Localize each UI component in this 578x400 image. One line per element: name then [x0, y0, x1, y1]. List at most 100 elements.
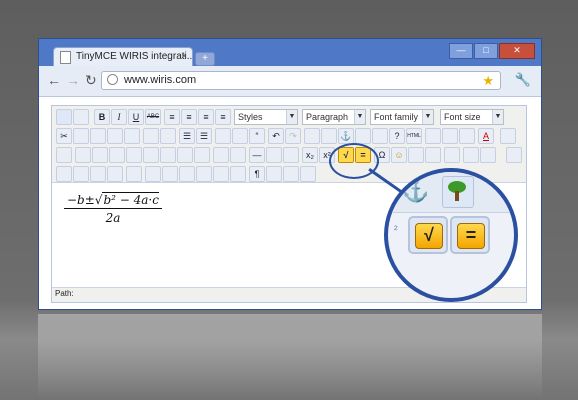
split-cells-icon[interactable]: [213, 147, 229, 163]
remove-format-icon[interactable]: [266, 147, 282, 163]
delete-row-icon[interactable]: [143, 147, 159, 163]
copy-icon[interactable]: [73, 128, 89, 144]
merge-cells-icon[interactable]: [230, 147, 246, 163]
paste-word-icon[interactable]: [124, 128, 140, 144]
acronym-icon[interactable]: [179, 166, 195, 182]
insert-time-icon[interactable]: [442, 128, 458, 144]
col-after-icon[interactable]: [177, 147, 193, 163]
replace-icon[interactable]: [160, 128, 176, 144]
cell-props-icon[interactable]: [92, 147, 108, 163]
attributes-icon[interactable]: [230, 166, 246, 182]
background-color-icon[interactable]: [500, 128, 516, 144]
absolute-icon[interactable]: [107, 166, 123, 182]
paste-text-icon[interactable]: [107, 128, 123, 144]
page-break-icon[interactable]: [300, 166, 316, 182]
redo-icon[interactable]: ↷: [285, 128, 301, 144]
move-forward-icon[interactable]: [73, 166, 89, 182]
visual-chars-icon[interactable]: ¶: [249, 166, 265, 182]
align-right-icon[interactable]: ≡: [198, 109, 214, 125]
text-color-icon[interactable]: A: [478, 128, 494, 144]
toolbar-row-1: B I U ABC ≡ ≡ ≡ ≡ Styles ▼ Paragraph ▼ Fon…: [54, 108, 524, 127]
bullet-list-icon[interactable]: ☰: [179, 128, 195, 144]
magnified-superscript-glyph: ²: [394, 224, 398, 236]
move-backward-icon[interactable]: [90, 166, 106, 182]
html-icon[interactable]: HTML: [406, 128, 422, 144]
emoticon-icon[interactable]: ☺: [391, 147, 407, 163]
template-icon[interactable]: [283, 166, 299, 182]
toolbar-row-3: — x₂ x² √ = Ω ☺: [54, 146, 524, 165]
outdent-icon[interactable]: [215, 128, 231, 144]
address-bar[interactable]: www.wiris.com ★: [101, 71, 501, 90]
tab-title: TinyMCE WIRIS integrati...: [76, 51, 193, 62]
abbr-icon[interactable]: [162, 166, 178, 182]
strikethrough-button[interactable]: ABC: [145, 109, 161, 125]
visual-aid-icon[interactable]: [283, 147, 299, 163]
col-before-icon[interactable]: [160, 147, 176, 163]
insert-date-icon[interactable]: [425, 128, 441, 144]
browser-tab[interactable]: TinyMCE WIRIS integrati... ×: [53, 47, 193, 66]
style-props-icon[interactable]: [126, 166, 142, 182]
back-icon[interactable]: ←: [47, 72, 61, 88]
table-props-icon[interactable]: [75, 147, 91, 163]
toolbar-row-2: ✂ ☰ ☰ “ ↶ ↷ ⚓ ? HTML A: [54, 127, 524, 146]
reload-icon[interactable]: ↻: [85, 72, 97, 89]
image-icon[interactable]: [355, 128, 371, 144]
magnifier-circle: ⚓ ² √ =: [384, 168, 518, 302]
cite-icon[interactable]: [145, 166, 161, 182]
rtl-icon[interactable]: [480, 147, 496, 163]
new-document-icon[interactable]: [73, 109, 89, 125]
wrench-icon[interactable]: 🔧: [515, 72, 531, 88]
find-icon[interactable]: [143, 128, 159, 144]
edit-css-icon[interactable]: [56, 147, 72, 163]
close-window-button[interactable]: ✕: [499, 43, 535, 59]
del-icon[interactable]: [196, 166, 212, 182]
font-family-select[interactable]: Font family ▼: [370, 109, 434, 125]
maximize-button[interactable]: □: [474, 43, 498, 59]
paragraph-select[interactable]: Paragraph ▼: [302, 109, 366, 125]
formula-denominator: 2a: [105, 211, 121, 225]
font-size-select[interactable]: Font size ▼: [440, 109, 504, 125]
paste-icon[interactable]: [90, 128, 106, 144]
indent-icon[interactable]: [232, 128, 248, 144]
styles-select[interactable]: Styles ▼: [234, 109, 298, 125]
row-after-icon[interactable]: [126, 147, 142, 163]
subscript-icon[interactable]: x₂: [302, 147, 318, 163]
delete-col-icon[interactable]: [194, 147, 210, 163]
print-icon[interactable]: [444, 147, 460, 163]
bold-button[interactable]: B: [94, 109, 110, 125]
undo-icon[interactable]: ↶: [268, 128, 284, 144]
anchor-icon[interactable]: ⚓: [338, 128, 354, 144]
media-icon[interactable]: [408, 147, 424, 163]
unlink-icon[interactable]: [321, 128, 337, 144]
blockquote-icon[interactable]: “: [249, 128, 265, 144]
help-icon[interactable]: ?: [389, 128, 405, 144]
insert-layer-icon[interactable]: [56, 166, 72, 182]
cut-icon[interactable]: ✂: [56, 128, 72, 144]
italic-button[interactable]: I: [111, 109, 127, 125]
align-left-icon[interactable]: ≡: [164, 109, 180, 125]
url-text: www.wiris.com: [124, 74, 197, 86]
align-justify-icon[interactable]: ≡: [215, 109, 231, 125]
new-tab-button[interactable]: +: [195, 52, 215, 66]
forward-icon[interactable]: →: [66, 72, 80, 88]
tab-close-icon[interactable]: ×: [181, 48, 187, 66]
numbered-list-icon[interactable]: ☰: [196, 128, 212, 144]
ins-icon[interactable]: [213, 166, 229, 182]
preview-icon[interactable]: [459, 128, 475, 144]
save-icon[interactable]: [56, 109, 72, 125]
paragraph-label: Paragraph: [306, 112, 349, 122]
align-center-icon[interactable]: ≡: [181, 109, 197, 125]
minimize-button[interactable]: —: [449, 43, 473, 59]
nonbreaking-icon[interactable]: [266, 166, 282, 182]
link-icon[interactable]: [304, 128, 320, 144]
row-before-icon[interactable]: [109, 147, 125, 163]
window-reflection: [38, 314, 542, 400]
font-family-label: Font family: [374, 112, 419, 122]
fullscreen-icon[interactable]: [506, 147, 522, 163]
cleanup-icon[interactable]: [372, 128, 388, 144]
bookmark-star-icon[interactable]: ★: [482, 72, 494, 89]
horizontal-rule-icon[interactable]: —: [249, 147, 265, 163]
ltr-icon[interactable]: [463, 147, 479, 163]
underline-button[interactable]: U: [128, 109, 144, 125]
iespell-icon[interactable]: [425, 147, 441, 163]
